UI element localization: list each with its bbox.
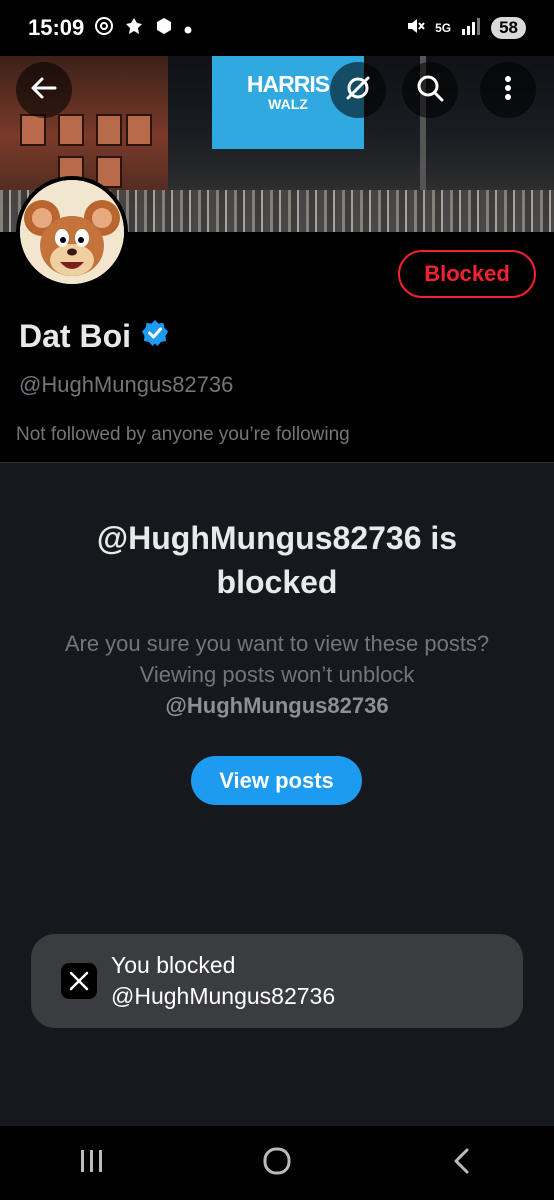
- screen-line-2: WALZ: [268, 96, 308, 112]
- threads-icon: [94, 16, 114, 41]
- toast-notification[interactable]: You blocked @HughMungus82736: [31, 934, 523, 1028]
- signal-icon: [461, 17, 481, 40]
- notification-app-icon: [124, 16, 144, 41]
- screen-line-1: HARRIS: [246, 71, 330, 97]
- profile-handle: @HughMungus82736: [19, 372, 234, 397]
- home-icon: [262, 1146, 292, 1181]
- battery-level: 58: [491, 17, 526, 39]
- divider: [0, 462, 554, 463]
- grok-icon: [343, 73, 373, 108]
- blocked-description-text: Are you sure you want to view these post…: [64, 631, 490, 687]
- more-vertical-icon: [493, 73, 523, 108]
- avatar-image: [20, 180, 124, 284]
- nav-back-button[interactable]: [432, 1138, 492, 1188]
- display-name: Dat Boi: [19, 318, 131, 354]
- dot-icon: [184, 18, 192, 39]
- verified-badge-icon[interactable]: [141, 318, 169, 355]
- profile-name-row: Dat Boi: [19, 318, 169, 355]
- blocked-button[interactable]: Blocked: [398, 250, 536, 298]
- mute-icon: [405, 16, 425, 41]
- more-button[interactable]: [480, 62, 536, 118]
- toast-line-1: You blocked: [111, 952, 236, 978]
- view-posts-button[interactable]: View posts: [191, 756, 362, 805]
- network-type: 5G: [435, 20, 452, 35]
- blocked-description: Are you sure you want to view these post…: [60, 628, 494, 721]
- blocked-description-handle: @HughMungus82736: [165, 693, 389, 718]
- search-icon: [415, 73, 445, 108]
- search-button[interactable]: [402, 62, 458, 118]
- x-logo-icon: [61, 963, 97, 999]
- grok-button[interactable]: [330, 62, 386, 118]
- status-bar: 15:09 5G 58: [0, 0, 554, 56]
- status-left: 15:09: [28, 15, 192, 41]
- back-button[interactable]: [16, 62, 72, 118]
- back-arrow-icon: [29, 73, 59, 108]
- blocked-title: @HughMungus82736 is blocked: [96, 520, 458, 600]
- status-time: 15:09: [28, 15, 85, 40]
- home-button[interactable]: [247, 1138, 307, 1188]
- followed-by-text: Not followed by anyone you’re following: [16, 424, 350, 445]
- avatar[interactable]: [16, 176, 128, 288]
- status-right: 5G 58: [405, 16, 526, 41]
- recents-button[interactable]: [62, 1138, 122, 1188]
- box-icon: [154, 16, 174, 41]
- nav-back-icon: [449, 1146, 475, 1181]
- toast-text: You blocked @HughMungus82736: [111, 950, 335, 1012]
- toast-line-2: @HughMungus82736: [111, 983, 336, 1009]
- system-nav-bar: [0, 1126, 554, 1200]
- recents-icon: [77, 1148, 107, 1179]
